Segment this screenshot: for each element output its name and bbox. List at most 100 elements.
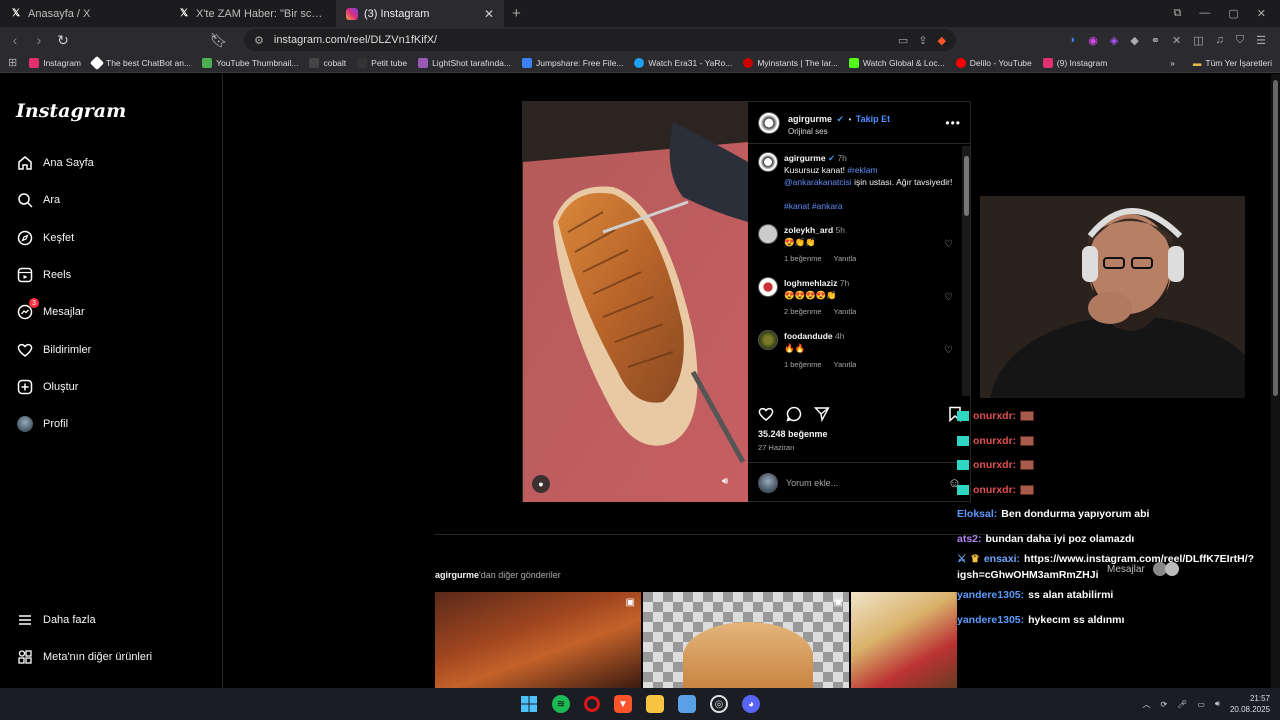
sidebar-item-messages[interactable]: 3 Mesajlar: [16, 298, 85, 320]
new-tab-icon[interactable]: +: [512, 5, 521, 22]
avatar[interactable]: [758, 224, 778, 244]
sidebar-item-notifications[interactable]: Bildirimler: [16, 341, 91, 358]
sidebar-item-search[interactable]: Ara: [16, 191, 60, 208]
comment-username[interactable]: foodandude: [784, 331, 833, 341]
extension-icon[interactable]: ◆: [1130, 34, 1138, 47]
follow-button[interactable]: Takip Et: [856, 114, 890, 124]
vpn-icon[interactable]: ⛉: [1236, 34, 1244, 47]
comments-scrollbar[interactable]: [962, 146, 970, 396]
extension-icon[interactable]: ◫: [1193, 34, 1203, 47]
post-thumbnail[interactable]: ▣: [643, 592, 849, 688]
extension-icon[interactable]: ◗: [1070, 34, 1077, 47]
sidebar-item-create[interactable]: Oluştur: [16, 378, 78, 395]
post-username[interactable]: agirgurme: [788, 114, 832, 124]
chevron-up-icon[interactable]: ︿: [1142, 699, 1150, 710]
spotify-icon[interactable]: ≋: [552, 695, 570, 713]
cast-icon[interactable]: ▭: [898, 34, 908, 47]
hashtag-link[interactable]: #reklam: [847, 165, 877, 175]
comment-like-icon[interactable]: ♡: [944, 292, 953, 304]
music-icon[interactable]: ♫: [1216, 34, 1224, 47]
bookmark-item[interactable]: Jumpshare: Free File...: [522, 57, 623, 68]
extensions-icon[interactable]: ⧉: [1174, 7, 1182, 20]
display-icon[interactable]: ▭: [1197, 700, 1205, 709]
bookmark-item[interactable]: Delilo - YouTube: [955, 57, 1032, 68]
bookmark-icon[interactable]: 🔖︎: [210, 32, 228, 49]
comment-username[interactable]: zoleykh_ard: [784, 225, 833, 235]
tab-zam-haber[interactable]: 𝕏 X'te ZAM Haber: "Bir scooter sürücüs: [168, 0, 336, 27]
bookmark-item[interactable]: LightShot tarafında...: [418, 57, 511, 68]
forward-icon[interactable]: ›: [32, 32, 46, 48]
sidebar-item-explore[interactable]: Keşfet: [16, 229, 74, 246]
sidebar-item-more[interactable]: Daha fazla: [16, 611, 96, 628]
tab-instagram[interactable]: (3) Instagram ✕: [336, 0, 504, 27]
sidebar-item-meta[interactable]: Meta'nın diğer ürünleri: [16, 648, 152, 665]
photos-icon[interactable]: [678, 695, 696, 713]
bookmark-item[interactable]: YouTube Thumbnail...: [202, 57, 298, 68]
extension-icon[interactable]: ⚭: [1151, 34, 1160, 47]
extension-icon[interactable]: ✕: [1172, 34, 1181, 47]
url-bar[interactable]: ⚙ instagram.com/reel/DLZVn1fKifX/ ▭ ⇪ ◆: [244, 29, 956, 51]
tab-anasayfa-x[interactable]: 𝕏 Anasayfa / X: [0, 0, 168, 27]
clock[interactable]: 21:57 20.08.2025: [1230, 693, 1270, 715]
post-thumbnail[interactable]: [851, 592, 957, 688]
page-scrollbar[interactable]: [1271, 74, 1280, 688]
opera-icon[interactable]: [584, 696, 600, 712]
bookmark-item[interactable]: cobalt: [309, 57, 346, 68]
hashtag-link[interactable]: #kanat #ankara: [784, 201, 843, 211]
reply-button[interactable]: Yanıtla: [834, 306, 857, 318]
chevron-double-right-icon[interactable]: »: [1170, 58, 1175, 68]
close-window-icon[interactable]: ✕: [1257, 7, 1266, 20]
share-icon[interactable]: [813, 406, 830, 425]
comment-likes[interactable]: 1 beğenme: [784, 253, 822, 265]
minimize-icon[interactable]: —: [1199, 7, 1210, 20]
more-options-icon[interactable]: •••: [945, 116, 961, 130]
apps-grid-icon[interactable]: ⊞: [8, 56, 17, 69]
likes-count[interactable]: 35.248 beğenme: [758, 429, 828, 439]
audio-label[interactable]: Orijinal ses: [788, 127, 890, 136]
scrollbar-thumb[interactable]: [964, 156, 969, 216]
discord-icon[interactable]: ◕: [742, 695, 760, 713]
bookmark-item[interactable]: Watch Global & Loc...: [848, 57, 945, 68]
avatar[interactable]: [758, 111, 780, 134]
reply-button[interactable]: Yanıtla: [834, 359, 857, 371]
avatar[interactable]: [758, 277, 778, 297]
avatar[interactable]: [758, 152, 778, 172]
windows-start-icon[interactable]: [520, 695, 538, 713]
volume-icon[interactable]: 🔊︎: [722, 476, 728, 487]
comment-icon[interactable]: [786, 406, 802, 425]
maximize-icon[interactable]: ▢: [1228, 7, 1238, 20]
volume-icon[interactable]: 🔊︎: [1215, 699, 1220, 709]
sync-icon[interactable]: ⟳: [1160, 700, 1167, 709]
more-posts-username[interactable]: agirgurme: [435, 570, 479, 580]
sidebar-item-home[interactable]: Ana Sayfa: [16, 154, 94, 171]
sidebar-item-reels[interactable]: Reels: [16, 266, 71, 283]
comment-like-icon[interactable]: ♡: [944, 345, 953, 357]
other-bookmarks[interactable]: » ▬ Tüm Yer İşaretleri: [1170, 58, 1272, 68]
brave-icon[interactable]: ▼: [614, 695, 632, 713]
extension-icon[interactable]: ◈: [1110, 34, 1118, 47]
microphone-icon[interactable]: 🎤︎: [1177, 700, 1187, 709]
scrollbar-thumb[interactable]: [1273, 80, 1278, 396]
comment-input[interactable]: Yorum ekle...: [786, 478, 940, 488]
post-thumbnail[interactable]: ▣: [435, 592, 641, 688]
avatar[interactable]: [758, 330, 778, 350]
comment-like-icon[interactable]: ♡: [944, 239, 953, 251]
brave-shield-icon[interactable]: ◆: [938, 34, 946, 47]
sidebar-item-profile[interactable]: Profil: [16, 415, 68, 432]
extension-icon[interactable]: ◉: [1088, 34, 1098, 47]
back-icon[interactable]: ‹: [8, 32, 22, 48]
user-tag-icon[interactable]: ●: [532, 475, 550, 493]
instagram-logo[interactable]: Instagram: [16, 100, 126, 122]
bookmark-item[interactable]: The best ChatBot an...: [89, 55, 191, 70]
reply-button[interactable]: Yanıtla: [834, 253, 857, 265]
reload-icon[interactable]: ↻: [56, 32, 70, 49]
comment-likes[interactable]: 1 beğenme: [784, 359, 822, 371]
caption-username[interactable]: agirgurme: [784, 153, 826, 163]
bookmark-item[interactable]: Instagram: [29, 57, 81, 68]
file-explorer-icon[interactable]: [646, 695, 664, 713]
bookmark-item[interactable]: (9) Instagram: [1042, 57, 1107, 68]
comment-username[interactable]: loghmehlaziz: [784, 278, 837, 288]
reel-video[interactable]: ● 🔊︎: [523, 102, 748, 502]
menu-icon[interactable]: ☰: [1256, 34, 1266, 47]
bookmark-item[interactable]: Petit tube: [357, 57, 407, 68]
